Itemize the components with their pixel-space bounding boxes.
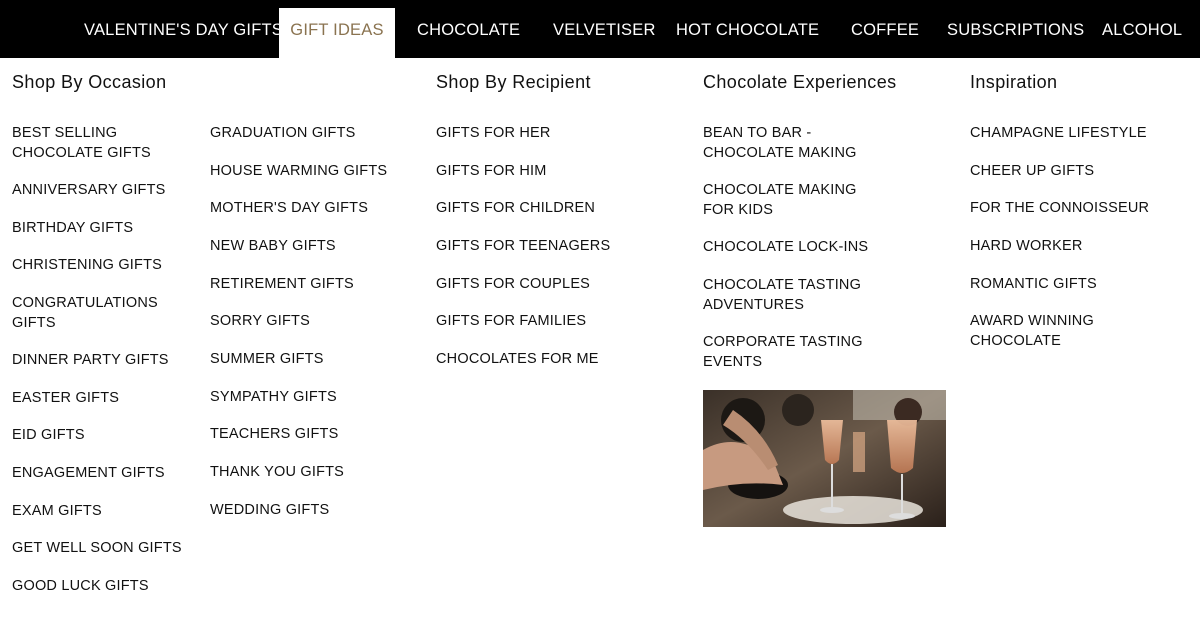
link-wedding-gifts[interactable]: WEDDING GIFTS (210, 501, 329, 521)
link-gifts-for-couples[interactable]: GIFTS FOR COUPLES (436, 275, 590, 295)
nav-coffee[interactable]: COFFEE (851, 8, 919, 58)
top-navigation: VALENTINE'S DAY GIFTS GIFT IDEAS CHOCOLA… (0, 0, 1200, 58)
heading-shop-by-recipient: Shop By Recipient (436, 72, 591, 92)
link-new-baby-gifts[interactable]: NEW BABY GIFTS (210, 237, 336, 257)
nav-velvetiser[interactable]: VELVETISER (553, 8, 656, 58)
heading-chocolate-experiences: Chocolate Experiences (703, 72, 897, 92)
link-sorry-gifts[interactable]: SORRY GIFTS (210, 312, 310, 332)
heading-inspiration: Inspiration (970, 72, 1058, 92)
nav-subscriptions[interactable]: SUBSCRIPTIONS (947, 8, 1084, 58)
heading-shop-by-occasion: Shop By Occasion (12, 72, 167, 92)
link-easter-gifts[interactable]: EASTER GIFTS (12, 389, 119, 409)
link-for-the-connoisseur[interactable]: FOR THE CONNOISSEUR (970, 199, 1149, 219)
link-corporate-tasting-events[interactable]: CORPORATE TASTING EVENTS (703, 333, 863, 372)
link-eid-gifts[interactable]: EID GIFTS (12, 426, 85, 446)
link-champagne-lifestyle[interactable]: CHAMPAGNE LIFESTYLE (970, 124, 1147, 144)
link-gifts-for-children[interactable]: GIFTS FOR CHILDREN (436, 199, 595, 219)
link-hard-worker[interactable]: HARD WORKER (970, 237, 1083, 257)
nav-alcohol[interactable]: ALCOHOL (1102, 8, 1182, 58)
link-award-winning-chocolate[interactable]: AWARD WINNING CHOCOLATE (970, 312, 1110, 351)
link-christening-gifts[interactable]: CHRISTENING GIFTS (12, 256, 162, 276)
link-dinner-party-gifts[interactable]: DINNER PARTY GIFTS (12, 351, 169, 371)
link-good-luck-gifts[interactable]: GOOD LUCK GIFTS (12, 577, 149, 597)
nav-chocolate[interactable]: CHOCOLATE (417, 8, 520, 58)
link-summer-gifts[interactable]: SUMMER GIFTS (210, 350, 324, 370)
link-thank-you-gifts[interactable]: THANK YOU GIFTS (210, 463, 344, 483)
nav-valentines-day-gifts[interactable]: VALENTINE'S DAY GIFTS (84, 8, 283, 58)
link-graduation-gifts[interactable]: GRADUATION GIFTS (210, 124, 356, 144)
link-best-selling-chocolate-gifts[interactable]: BEST SELLING CHOCOLATE GIFTS (12, 124, 162, 163)
link-mothers-day-gifts[interactable]: MOTHER'S DAY GIFTS (210, 199, 368, 219)
tasting-scene-image (703, 390, 946, 527)
link-exam-gifts[interactable]: EXAM GIFTS (12, 502, 102, 522)
link-teachers-gifts[interactable]: TEACHERS GIFTS (210, 425, 338, 445)
chocolate-tasting-photo[interactable] (703, 390, 946, 527)
link-romantic-gifts[interactable]: ROMANTIC GIFTS (970, 275, 1097, 295)
link-gifts-for-families[interactable]: GIFTS FOR FAMILIES (436, 312, 586, 332)
link-gifts-for-her[interactable]: GIFTS FOR HER (436, 124, 551, 144)
nav-hot-chocolate[interactable]: HOT CHOCOLATE (676, 8, 819, 58)
link-cheer-up-gifts[interactable]: CHEER UP GIFTS (970, 162, 1094, 182)
link-anniversary-gifts[interactable]: ANNIVERSARY GIFTS (12, 181, 166, 201)
link-chocolate-lock-ins[interactable]: CHOCOLATE LOCK-INS (703, 238, 868, 258)
link-chocolates-for-me[interactable]: CHOCOLATES FOR ME (436, 350, 599, 370)
link-engagement-gifts[interactable]: ENGAGEMENT GIFTS (12, 464, 165, 484)
link-chocolate-making-for-kids[interactable]: CHOCOLATE MAKING FOR KIDS (703, 181, 858, 220)
link-retirement-gifts[interactable]: RETIREMENT GIFTS (210, 275, 354, 295)
link-congratulations-gifts[interactable]: CONGRATULATIONS GIFTS (12, 294, 167, 333)
nav-gift-ideas[interactable]: GIFT IDEAS (279, 8, 395, 58)
link-get-well-soon-gifts[interactable]: GET WELL SOON GIFTS (12, 539, 182, 559)
link-birthday-gifts[interactable]: BIRTHDAY GIFTS (12, 219, 133, 239)
link-bean-to-bar[interactable]: BEAN TO BAR - CHOCOLATE MAKING (703, 124, 863, 163)
link-gifts-for-him[interactable]: GIFTS FOR HIM (436, 162, 547, 182)
link-gifts-for-teenagers[interactable]: GIFTS FOR TEENAGERS (436, 237, 610, 257)
link-house-warming-gifts[interactable]: HOUSE WARMING GIFTS (210, 162, 387, 182)
link-chocolate-tasting-adventures[interactable]: CHOCOLATE TASTING ADVENTURES (703, 276, 863, 315)
link-sympathy-gifts[interactable]: SYMPATHY GIFTS (210, 388, 337, 408)
